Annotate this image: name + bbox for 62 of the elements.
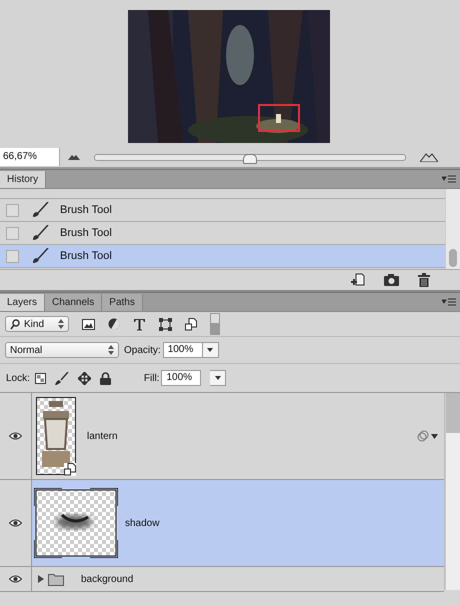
eye-icon[interactable] [9, 432, 22, 440]
lock-label: Lock: [6, 372, 30, 384]
stepper-icon [108, 345, 114, 355]
caret-icon [207, 348, 214, 352]
layer-name[interactable]: shadow [125, 518, 160, 528]
adjustment-icon[interactable] [108, 318, 120, 330]
caret-icon [214, 376, 221, 380]
brush-icon [31, 248, 49, 264]
shape-icon[interactable] [159, 318, 172, 330]
history-item[interactable]: Brush Tool [0, 199, 445, 222]
snapshot-checkbox[interactable] [6, 250, 19, 262]
panel-menu-icon[interactable] [442, 298, 456, 306]
expand-triangle-icon[interactable] [38, 575, 44, 583]
smart-object-icon[interactable] [185, 318, 197, 330]
view-area-frame[interactable] [258, 104, 300, 132]
zoom-in-icon[interactable] [420, 152, 438, 162]
layer-row[interactable]: shadow [0, 480, 444, 567]
opacity-field[interactable]: 100% [162, 342, 203, 358]
blend-mode-dropdown[interactable]: Normal [5, 342, 119, 358]
layer-name[interactable]: background [81, 574, 134, 584]
type-icon[interactable] [133, 318, 146, 330]
dropdown-button[interactable] [210, 370, 226, 386]
new-document-icon[interactable] [351, 273, 365, 287]
panel-tab[interactable]: Paths [102, 294, 143, 311]
move-icon[interactable] [78, 372, 91, 384]
zoom-field[interactable]: 66,67% [0, 148, 60, 166]
panel-tab[interactable]: Channels [45, 294, 102, 311]
dropdown-button[interactable] [202, 342, 219, 358]
layer-row[interactable]: lantern [0, 393, 444, 480]
trash-icon[interactable] [418, 273, 430, 287]
eye-icon[interactable] [9, 575, 22, 583]
fill-field[interactable]: 100% [161, 370, 202, 386]
camera-icon[interactable] [384, 274, 399, 286]
lock-icon[interactable] [100, 372, 111, 384]
layer-name[interactable]: lantern [87, 430, 118, 442]
fill-label: Fill: [144, 372, 160, 384]
brush-icon [31, 202, 49, 218]
scrollbar[interactable] [445, 393, 460, 590]
slider-thumb[interactable] [243, 154, 257, 164]
snapshot-checkbox[interactable] [6, 204, 19, 216]
panel-menu-icon[interactable] [442, 175, 456, 183]
history-item[interactable]: Brush Tool [0, 245, 445, 268]
brush-icon[interactable] [54, 372, 69, 384]
snapshot-checkbox[interactable] [6, 226, 19, 240]
checkerboard-icon[interactable] [34, 372, 46, 384]
zoom-out-icon[interactable] [68, 154, 80, 160]
eye-icon[interactable] [9, 519, 22, 527]
folder-icon [48, 572, 64, 586]
smart-object-icon [64, 463, 76, 476]
history-tab[interactable]: History [0, 171, 46, 188]
brush-icon [31, 225, 49, 241]
opacity-label: Opacity: [124, 344, 161, 356]
panel-tab[interactable]: Layers [0, 294, 46, 311]
image-icon[interactable] [82, 318, 95, 330]
search-icon [10, 318, 20, 330]
layer-row[interactable]: background [0, 567, 444, 592]
stepper-icon [58, 319, 64, 329]
caret-icon[interactable] [431, 434, 438, 438]
filter-dropdown[interactable]: Kind [5, 316, 69, 332]
history-item[interactable]: Brush Tool [0, 222, 445, 245]
filter-toggle[interactable] [210, 313, 220, 335]
scrollbar[interactable] [445, 189, 460, 269]
